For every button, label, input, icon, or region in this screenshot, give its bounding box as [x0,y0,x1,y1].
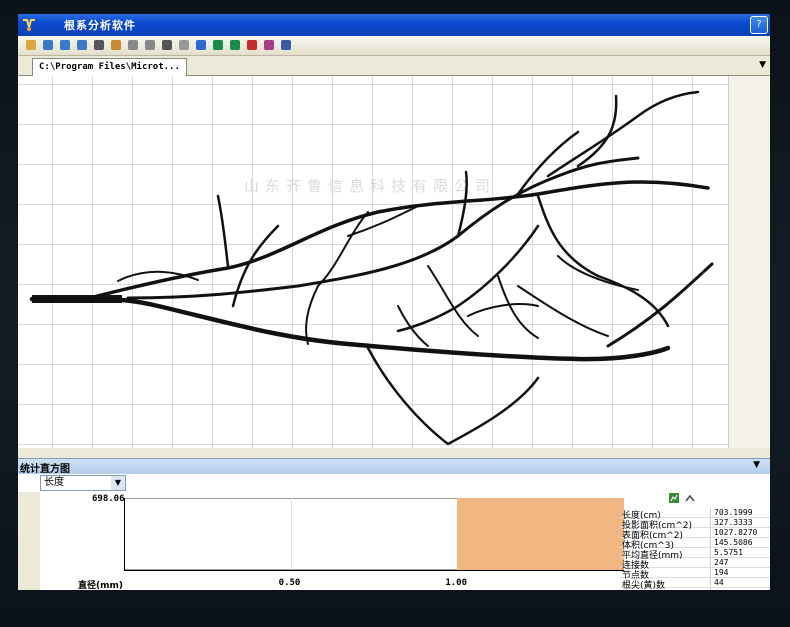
window-title: 根系分析软件 [64,19,136,32]
stat-row: 表面积(cm^2) 1027.8270 [620,528,770,541]
root-12 [366,346,540,446]
chart-icon[interactable] [668,492,680,504]
document-tab-bar: C:\Program Files\Microt... ▼ [18,56,770,76]
stat-value: 247 [714,558,729,567]
undo-icon[interactable] [126,38,140,52]
root-21 [467,303,539,317]
stat-label: 根尖(黄)数 [622,581,666,590]
root-2 [546,90,700,178]
histogram-chart: 698.06 直径(mm) 0.50 1.00 [40,492,624,590]
stat-row: 投影面积(cm^2) 327.3333 [620,518,770,531]
title-bar: 根系分析软件 ? [18,14,770,36]
y-max-label: 698.06 [92,494,125,504]
stat-row: 根尖(黄)数 44 [620,578,770,590]
stat-value: 703.1999 [714,508,753,517]
toolbar [18,36,770,56]
measure-icon[interactable] [109,38,123,52]
stat-value: 194 [714,568,729,577]
hand-icon[interactable] [160,38,174,52]
tab-list-arrow-icon[interactable]: ▼ [759,60,766,70]
metric-select-value: 长度 [44,477,64,488]
zoom-in-icon[interactable] [41,38,55,52]
root-6 [536,194,670,328]
root-11 [606,262,714,348]
root-10 [517,285,609,337]
stat-value: 44 [714,578,724,587]
root-image [29,90,714,446]
chevron-down-icon[interactable]: ▼ [111,476,125,490]
x-tick-label: 1.00 [445,578,468,588]
paint-icon[interactable] [262,38,276,52]
help-icon: ? [756,19,762,30]
redo-icon[interactable] [143,38,157,52]
root-13 [216,194,230,268]
fit-icon[interactable] [92,38,106,52]
metric-select[interactable]: 长度 ▼ [40,475,126,491]
pencil-icon[interactable] [194,38,208,52]
root-16 [305,285,319,345]
root-5 [456,170,468,238]
statistics-table: 长度(cm) 703.1999 投影面积(cm^2) 327.3333 表面积(cm^2… [620,508,770,590]
root-edit-icon[interactable] [211,38,225,52]
root-3 [576,94,618,168]
app-icon [23,19,35,31]
root-cut-icon[interactable] [245,38,259,52]
play-icon[interactable] [177,38,191,52]
histogram-panel-header: 统计直方图 ▼ [18,458,770,475]
panel-dropdown-icon[interactable]: ▼ [753,460,760,470]
root-19 [117,270,199,282]
stat-value: 5.5751 [714,548,743,557]
vertical-scroll-area[interactable] [728,76,770,448]
collapse-icon[interactable] [684,492,696,504]
histogram-bar [457,498,624,570]
root-1 [126,156,640,300]
open-icon[interactable] [24,38,38,52]
root-8 [557,255,639,291]
root-18 [427,265,479,337]
help-button[interactable]: ? [750,16,768,34]
main-root [29,295,671,362]
app-window: 根系分析软件 ? C:\Program Files\Microt... ▼ 山东… [18,14,770,590]
gridline [290,498,292,570]
stat-value: 145.5086 [714,538,753,547]
stat-value: 1027.8270 [714,528,758,537]
histogram-panel: 长度 ▼ 698.06 直径(mm) 0.50 1.00 长度(cm) 703.19… [18,474,770,590]
stat-row: 连接数 247 [620,558,770,571]
stat-value: 327.3333 [714,518,753,527]
root-add-icon[interactable] [228,38,242,52]
panel-left-gutter [18,492,40,590]
y-axis [124,498,125,570]
panel-title: 统计直方图 [20,464,70,475]
stat-row: 平均直径(mm) 5.5751 [620,548,770,561]
root-stump [32,295,122,303]
x-axis [124,570,624,571]
stat-row: 体积(cm^3) 145.5086 [620,538,770,551]
stat-row: 节点数 194 [620,568,770,581]
document-tab[interactable]: C:\Program Files\Microt... [32,58,187,76]
zoom-icon[interactable] [75,38,89,52]
x-tick-label: 0.50 [278,578,301,588]
root-image-canvas[interactable]: 山东齐鲁信息科技有限公司 [18,76,728,448]
zoom-out-icon[interactable] [58,38,72,52]
export-icon[interactable] [279,38,293,52]
stat-row: 长度(cm) 703.1999 [620,508,770,521]
x-axis-label: 直径(mm) [78,581,123,590]
